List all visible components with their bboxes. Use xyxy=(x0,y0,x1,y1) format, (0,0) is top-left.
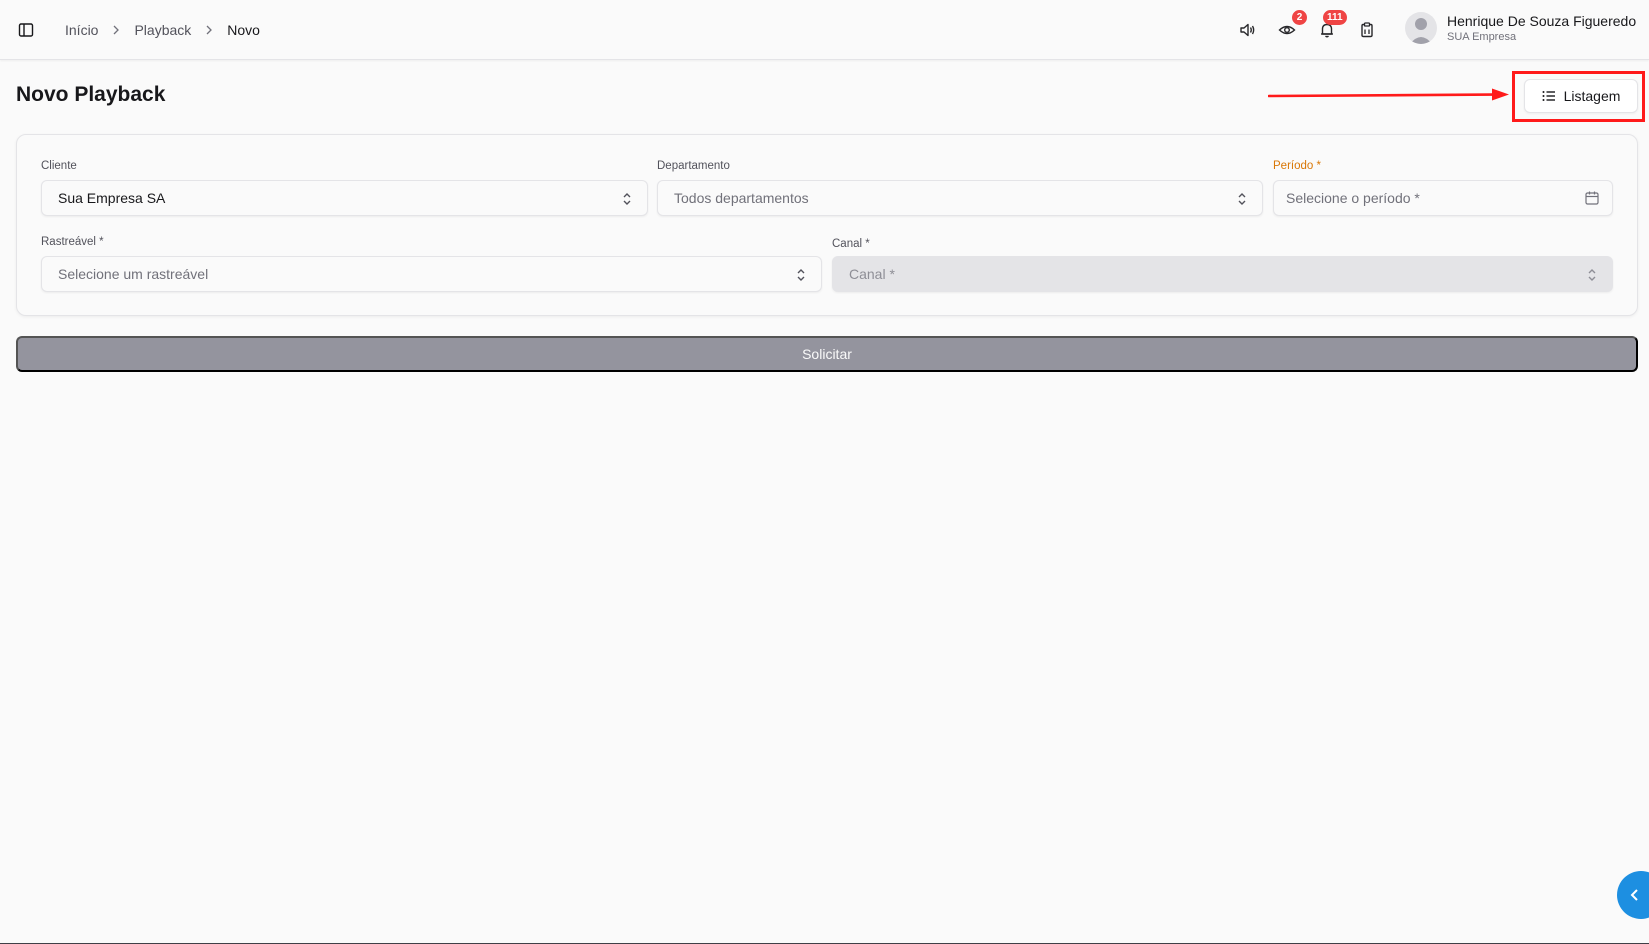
page-title: Novo Playback xyxy=(16,83,166,106)
clipboard-icon[interactable] xyxy=(1357,20,1377,40)
breadcrumb-inicio[interactable]: Início xyxy=(65,22,98,38)
eye-count-badge: 2 xyxy=(1292,10,1307,25)
cliente-select[interactable]: Sua Empresa SA xyxy=(41,180,648,216)
breadcrumb-novo: Novo xyxy=(227,22,260,38)
user-company: SUA Empresa xyxy=(1447,31,1517,43)
canal-select[interactable]: Canal * xyxy=(832,256,1613,292)
user-menu[interactable]: Henrique De Souza Figueredo SUA Empresa xyxy=(1405,12,1636,44)
floating-expand-button[interactable] xyxy=(1617,871,1649,919)
listagem-button-label: Listagem xyxy=(1563,88,1621,104)
calendar-icon xyxy=(1585,191,1599,205)
chevron-left-icon xyxy=(1630,889,1638,901)
periodo-placeholder: Selecione o período * xyxy=(1286,190,1420,206)
periodo-label: Período * xyxy=(1273,160,1321,172)
listagem-button[interactable]: Listagem xyxy=(1524,79,1638,113)
solicitar-button[interactable]: Solicitar xyxy=(16,336,1638,372)
chevron-up-down-icon xyxy=(1238,193,1246,205)
rastreavel-placeholder: Selecione um rastreável xyxy=(58,266,209,282)
chevron-right-icon xyxy=(112,25,120,35)
avatar xyxy=(1405,12,1437,44)
chevron-up-down-icon xyxy=(797,269,805,281)
user-name: Henrique De Souza Figueredo xyxy=(1447,13,1637,29)
canal-placeholder: Canal * xyxy=(849,266,895,282)
chevron-up-down-icon xyxy=(623,193,631,205)
bell-count-badge: 111 xyxy=(1323,10,1347,25)
cliente-label: Cliente xyxy=(41,160,77,172)
list-icon xyxy=(1542,91,1555,101)
periodo-date-picker[interactable]: Selecione o período * xyxy=(1273,180,1613,216)
breadcrumb: Início Playback Novo xyxy=(65,20,260,40)
rastreavel-select[interactable]: Selecione um rastreável xyxy=(41,256,822,292)
chevron-up-down-icon xyxy=(1588,269,1596,281)
sidebar-toggle-icon[interactable] xyxy=(16,20,36,40)
annotation-arrow xyxy=(1267,85,1512,110)
canal-label: Canal * xyxy=(832,238,870,250)
departamento-label: Departamento xyxy=(657,160,730,172)
rastreavel-label: Rastreável * xyxy=(41,236,104,248)
cliente-value: Sua Empresa SA xyxy=(58,190,166,206)
playback-form-card: Cliente Sua Empresa SA Departamento Todo… xyxy=(16,134,1638,316)
departamento-select[interactable]: Todos departamentos xyxy=(657,180,1263,216)
top-bar: Início Playback Novo 2 111 Henrique De S… xyxy=(0,0,1649,60)
breadcrumb-playback[interactable]: Playback xyxy=(134,22,191,38)
speaker-icon[interactable] xyxy=(1237,20,1257,40)
chevron-right-icon xyxy=(205,25,213,35)
departamento-value: Todos departamentos xyxy=(674,190,809,206)
